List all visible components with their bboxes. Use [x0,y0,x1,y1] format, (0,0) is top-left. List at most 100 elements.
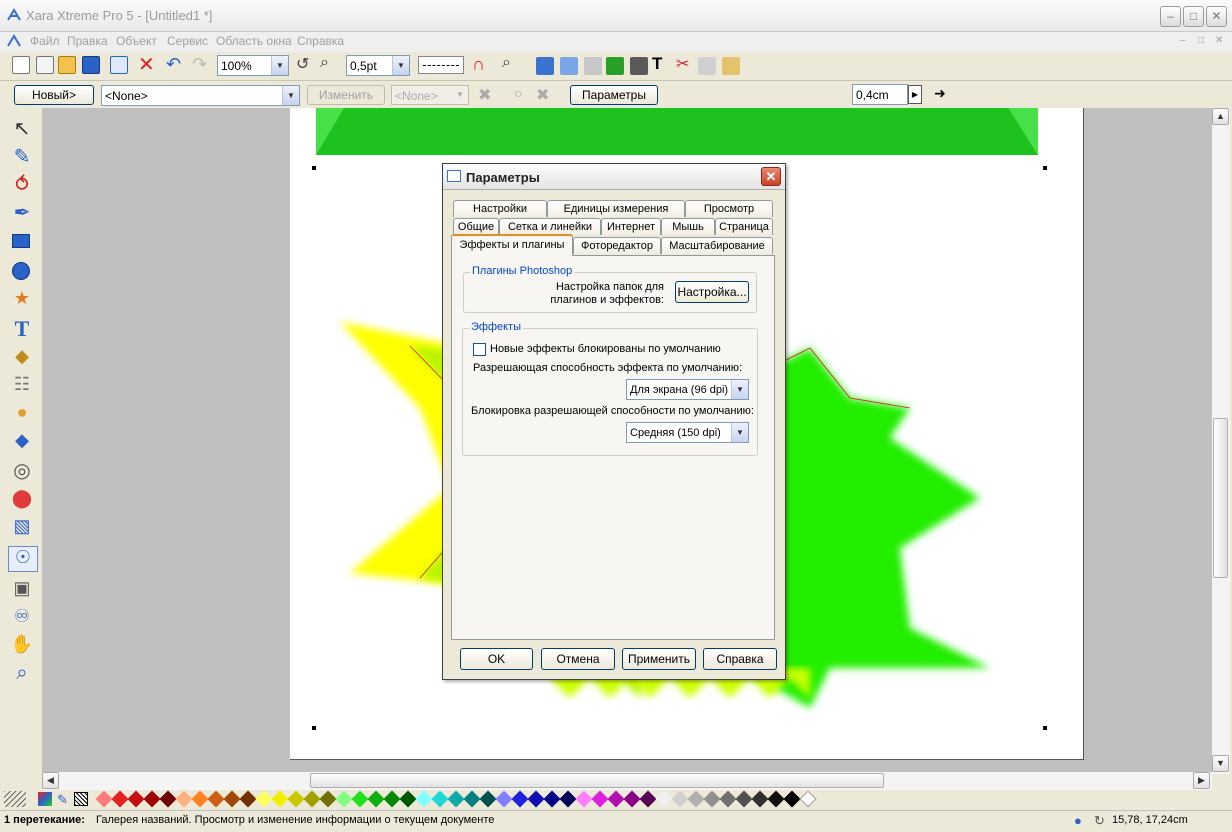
color-swatch[interactable] [287,790,305,808]
color-swatch[interactable] [415,790,433,808]
color-swatch[interactable] [351,790,369,808]
tab-mouse[interactable]: Мышь [661,218,715,235]
color-swatch[interactable] [255,790,273,808]
bevel-tool-icon[interactable]: ◆ [10,430,34,454]
color-swatch[interactable] [111,790,129,808]
color-swatch[interactable] [719,790,737,808]
selection-handle[interactable] [312,726,316,730]
plugins-setup-button[interactable]: Настройка... [675,281,749,303]
color-swatch[interactable] [431,790,449,808]
maximize-button[interactable]: □ [1183,6,1204,27]
selector-tool-icon[interactable]: ↖ [10,116,34,140]
mdi-restore-button[interactable]: □ [1198,35,1204,46]
new-template-icon[interactable] [36,56,54,74]
cut-icon[interactable]: ✂ [676,54,689,74]
arrange-front-icon[interactable] [536,57,554,75]
new-style-button[interactable]: Новый> [14,85,94,105]
color-swatch[interactable] [783,790,801,808]
align-icon[interactable] [584,57,602,75]
tab-settings[interactable]: Настройки [453,200,547,217]
size-input[interactable]: 0,4cm [852,84,908,105]
color-swatch[interactable] [175,790,193,808]
fill-tool-icon[interactable]: ◆ [10,346,34,370]
color-swatch[interactable] [751,790,769,808]
clear-style-icon[interactable]: ✖ [478,85,491,105]
lock-resolution-select[interactable]: Средняя (150 dpi) ▼ [626,422,749,443]
transparency-tool-icon[interactable]: ☷ [10,374,34,398]
color-swatch[interactable] [687,790,705,808]
parameters-button[interactable]: Параметры [570,85,658,105]
tab-page[interactable]: Страница [715,218,773,235]
tab-grid-rulers[interactable]: Сетка и линейки [499,218,601,235]
effects-locked-checkbox[interactable] [473,343,486,356]
save-icon[interactable] [82,56,100,74]
color-swatch[interactable] [639,790,657,808]
snap-magnet-icon[interactable]: ∩ [472,54,485,75]
color-editor-icon[interactable] [38,792,52,806]
delete-icon[interactable]: ✕ [138,54,155,76]
color-swatch[interactable] [159,790,177,808]
tab-photo-editor[interactable]: Фоторедактор [573,237,661,254]
photo-tool-icon[interactable]: ▣ [10,578,34,602]
zoom-combo[interactable]: 100% ▼ [217,55,289,76]
style-combo[interactable]: <None> ▼ [101,85,300,106]
menu-tools[interactable]: Сервис [167,33,208,49]
redo-icon[interactable]: ↷ [192,54,207,75]
cancel-button[interactable]: Отмена [541,648,615,670]
color-swatch[interactable] [207,790,225,808]
color-swatch[interactable] [735,790,753,808]
color-swatch[interactable] [447,790,465,808]
color-swatch[interactable] [607,790,625,808]
mould-tool-icon[interactable]: ▧ [10,516,34,540]
pan-hand-icon[interactable]: ✋ [10,634,34,658]
text-icon[interactable]: T [652,54,662,74]
selection-handle[interactable] [312,166,316,170]
line-width-combo[interactable]: 0,5pt ▼ [346,55,410,76]
zoom-tool-icon[interactable]: ⌕ [320,54,329,72]
ungroup-icon[interactable] [630,57,648,75]
ellipse-tool-icon[interactable] [12,262,30,280]
resolution-select[interactable]: Для экрана (96 dpi) ▼ [626,379,749,400]
pen-tool-icon[interactable]: ✒ [10,200,34,224]
arrow-right-icon[interactable]: ➜ [934,85,946,102]
apply-button[interactable]: Применить [622,648,696,670]
freehand-tool-icon[interactable]: ✎ [10,144,34,168]
undo-icon[interactable]: ↶ [166,54,181,75]
minimize-button[interactable]: – [1160,6,1181,27]
color-swatch[interactable] [143,790,161,808]
import-icon[interactable] [110,56,128,74]
eyedropper-icon[interactable]: ✎ [57,792,68,808]
tab-units[interactable]: Единицы измерения [547,200,685,217]
horizontal-scrollbar[interactable]: ◀ ▶ [42,772,1212,790]
color-swatch[interactable] [799,790,817,808]
shapes-tool-icon[interactable]: ★ [10,288,34,312]
color-swatch[interactable] [463,790,481,808]
live-effects-tool-icon[interactable]: ☉ [8,546,38,572]
color-swatch[interactable] [191,790,209,808]
rectangle-tool-icon[interactable] [12,234,30,248]
color-swatch[interactable] [367,790,385,808]
color-swatch[interactable] [479,790,497,808]
palette-menu-icon[interactable] [4,791,26,807]
text-tool-icon[interactable]: T [10,316,34,341]
color-swatch[interactable] [303,790,321,808]
close-button[interactable]: ✕ [1206,6,1227,27]
group-icon[interactable] [606,57,624,75]
color-swatch[interactable] [623,790,641,808]
vertical-scrollbar[interactable]: ▲ ▼ [1212,108,1230,774]
color-swatch[interactable] [511,790,529,808]
scroll-down-icon[interactable]: ▼ [1212,755,1229,772]
color-swatch[interactable] [383,790,401,808]
unlock-icon[interactable]: ✖ [536,85,549,105]
no-color-swatch[interactable] [74,792,88,806]
scroll-left-icon[interactable]: ◀ [42,772,59,789]
search-icon[interactable]: ⌕ [502,54,511,72]
scroll-right-icon[interactable]: ▶ [1193,772,1210,789]
open-folder-icon[interactable] [58,56,76,74]
dialog-close-button[interactable]: ✕ [761,167,781,186]
arrange-back-icon[interactable] [560,57,578,75]
shadow-tool-icon[interactable]: ⬤ [10,488,34,512]
horizontal-scroll-thumb[interactable] [310,773,884,788]
color-swatch[interactable] [559,790,577,808]
mdi-minimize-button[interactable]: – [1180,35,1186,46]
